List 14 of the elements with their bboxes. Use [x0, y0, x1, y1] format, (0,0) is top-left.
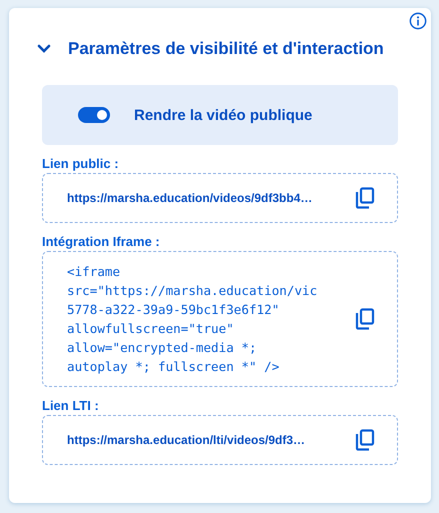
chevron-icon[interactable] — [37, 44, 51, 54]
toggle-switch[interactable] — [78, 107, 110, 123]
copy-icon[interactable] — [355, 187, 375, 209]
toggle-label: Rendre la vidéo publique — [134, 106, 312, 124]
embed-code: <iframe src="https://marsha.education/vic 5778-a322-39a9-59bc1f3e6f12" allowfullscreen="true" allow="encrypted-media *; autoplay *; fullscreen *" /> — [67, 263, 318, 376]
section-title: Paramètres de visibilité et d'interaction — [68, 39, 384, 59]
field-label: Lien public : — [42, 156, 120, 171]
copy-icon[interactable] — [355, 429, 375, 451]
field-label: Lien LTI : — [42, 398, 100, 413]
url-text: https://marsha.education/videos/9df3bb4… — [67, 191, 312, 205]
info-icon[interactable] — [409, 12, 427, 30]
field-label: Intégration Iframe : — [42, 234, 161, 249]
url-text: https://marsha.education/lti/videos/9df3… — [67, 433, 306, 447]
copy-icon[interactable] — [355, 308, 375, 330]
